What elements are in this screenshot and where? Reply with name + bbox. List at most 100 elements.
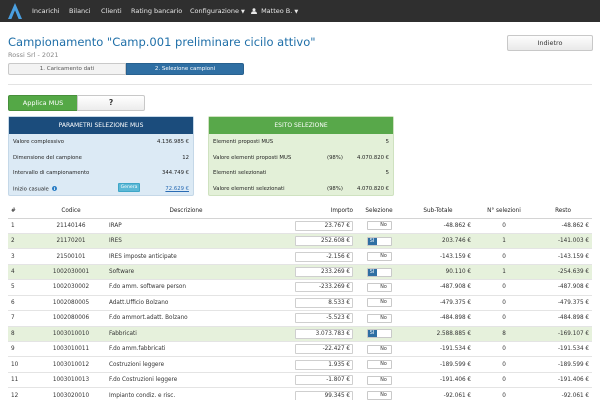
cell-resto: -143.159 € [534,248,592,265]
selezione-toggle[interactable]: SINo [366,360,392,370]
toggle-si[interactable]: SI [367,330,377,338]
col-header-codice: Codice [36,205,106,219]
cell-descrizione: IRES [106,233,266,250]
cell-importo: 3.073.783 € [266,326,356,343]
applica-mus-button[interactable]: Applica MUS [8,95,78,111]
toggle-no[interactable]: No [376,222,391,230]
selezione-toggle[interactable]: SINo [366,344,392,354]
selezione-toggle[interactable]: SINo [366,252,392,262]
cell-selezione: SINo [356,248,402,265]
toggle-no[interactable]: No [376,392,391,400]
importo-field[interactable]: -233.269 € [295,282,353,293]
importo-field[interactable]: 8.533 € [295,297,353,308]
toggle-no[interactable]: No [376,361,391,369]
cell-descrizione: Costruzioni leggere [106,356,266,373]
toggle-si[interactable]: SI [367,299,377,307]
cell-n-selezioni: 8 [474,326,534,343]
cell-descrizione: Fabbricati [106,326,266,343]
importo-field[interactable]: 252.608 € [295,236,353,247]
toggle-si[interactable]: SI [367,253,377,261]
selezione-toggle[interactable]: SINo [366,313,392,323]
cell-descrizione: IRAP [106,218,266,234]
cell-sub-totale: -143.159 € [402,248,474,265]
table-row: 81003010010Fabbricati3.073.783 €SINo2.58… [8,326,592,343]
importo-field[interactable]: -1.807 € [295,375,353,386]
importo-field[interactable]: 233.269 € [295,267,353,278]
result-panel-title: ESITO SELEZIONE [209,117,393,134]
selezione-toggle[interactable]: SINo [366,391,392,400]
table-row: 11 1003010013 F.do Costruzioni leggere -1.8… [8,372,592,389]
cell-n-selezioni: 0 [474,341,534,358]
user-icon [251,7,257,14]
selezione-toggle[interactable]: SINo [366,267,392,277]
campioni-table: # Codice Descrizione Importo Selezione S… [8,205,592,400]
nav-item-rating-bancario[interactable]: Rating bancario [131,7,182,15]
back-button[interactable]: Indietro [507,35,593,51]
cell-codice: 21500101 [36,248,106,265]
selezione-toggle[interactable]: SINo [366,221,392,231]
genera-button[interactable]: Genera [118,183,140,192]
cell-n-selezioni: 0 [474,387,534,400]
nav-item-clienti[interactable]: Clienti [101,7,122,15]
toggle-no[interactable]: No [376,283,391,291]
selezione-toggle[interactable]: SINo [366,282,392,292]
toggle-si[interactable]: SI [367,268,377,276]
nav-item-configurazione[interactable]: Configurazione ▼ [190,7,245,15]
cell-resto: -487.908 € [534,279,592,296]
toggle-si[interactable]: SI [367,392,377,400]
cell-num: 10 [8,356,36,373]
cell-num: 12 [8,387,36,400]
toggle-si[interactable]: SI [367,345,377,353]
app-logo[interactable] [8,3,22,19]
importo-field[interactable]: -5.523 € [295,313,353,324]
nav-item-incarichi[interactable]: Incarichi [32,7,60,15]
selezione-toggle[interactable]: SINo [366,329,392,339]
toggle-si[interactable]: SI [367,314,377,322]
importo-field[interactable]: 23.767 € [295,220,353,231]
selezione-toggle[interactable]: SINo [366,298,392,308]
table-row: 101003010012Costruzioni leggere 1.935 € SI… [8,356,592,373]
result-value: 5 [385,170,389,176]
importo-field[interactable]: 3.073.783 € [295,328,353,339]
cell-selezione: SINo [356,295,402,312]
importo-field[interactable]: -2.156 € [295,251,353,262]
toggle-si[interactable]: SI [367,376,377,384]
selezione-toggle[interactable]: SINo [366,236,392,246]
table-row: 7 1002080006 F.do ammort.adatt. Bolzano -5.… [8,310,592,327]
param-row-intervallo: Intervallo di campionamento 344.749 € [9,165,193,181]
step-caricamento-dati[interactable]: 1. Caricamento dati [8,63,126,75]
importo-field[interactable]: 1.935 € [295,359,353,370]
nav-item-bilanci[interactable]: Bilanci [69,7,91,15]
step-selezione-campioni[interactable]: 2. Selezione campioni [126,63,244,75]
user-menu[interactable]: Matteo B. ▼ [251,7,298,15]
info-icon[interactable] [51,185,57,191]
toggle-no[interactable]: No [376,314,391,322]
inizio-casuale-link[interactable]: 72.629 € [165,186,189,192]
col-header-selezione: Selezione [356,205,402,219]
importo-field[interactable]: 99.345 € [295,390,353,400]
toggle-si[interactable]: SI [367,361,377,369]
selezione-toggle[interactable]: SINo [366,375,392,385]
toggle-si[interactable]: SI [367,222,377,230]
cell-codice: 1002030002 [36,279,106,296]
toggle-no[interactable]: No [376,268,391,276]
cell-sub-totale: 2.588.885 € [402,326,474,343]
toggle-no[interactable]: No [376,376,391,384]
help-button[interactable]: ? [77,95,145,111]
cell-importo: 8.533 € [266,295,356,312]
cell-importo: 233.269 € [266,264,356,281]
cell-codice: 1002080006 [36,310,106,327]
toggle-no[interactable]: No [376,299,391,307]
toggle-no[interactable]: No [376,345,391,353]
toggle-no[interactable]: No [376,330,391,338]
toggle-no[interactable]: No [376,253,391,261]
cell-importo: 99.345 € [266,387,356,400]
toggle-si[interactable]: SI [367,237,377,245]
params-panel: PARAMETRI SELEZIONE MUS Valore complessi… [8,116,194,196]
importo-field[interactable]: -22.427 € [295,344,353,355]
toggle-si[interactable]: SI [367,283,377,291]
result-label: Elementi proposti MUS [213,139,274,145]
result-row: Valore elementi selezionati (98%) 4.070.… [209,181,393,197]
toggle-no[interactable]: No [376,237,391,245]
cell-n-selezioni: 0 [474,372,534,389]
